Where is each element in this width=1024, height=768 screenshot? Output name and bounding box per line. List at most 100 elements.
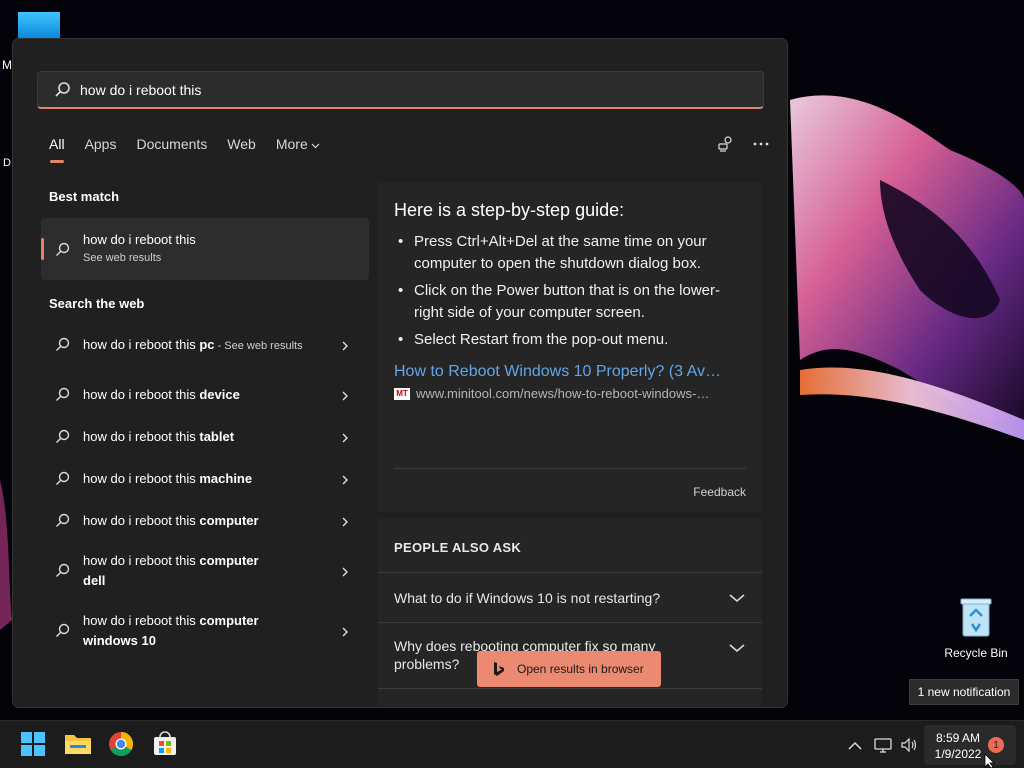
question-item[interactable]: What to do if Windows 10 is not restarti…	[378, 572, 762, 622]
web-suggestion-item[interactable]: how do i reboot this computer	[41, 507, 369, 535]
recycle-bin[interactable]: Recycle Bin	[940, 596, 1012, 660]
feedback-icon[interactable]	[715, 134, 735, 154]
search-icon	[54, 81, 72, 99]
search-icon	[55, 429, 71, 445]
web-suggestion-item[interactable]: how do i reboot this pc - See web result…	[41, 323, 369, 367]
web-suggestion-item[interactable]: how do i reboot this machine	[41, 465, 369, 493]
chevron-down-icon	[728, 591, 746, 603]
search-icon	[55, 337, 71, 353]
notification-badge[interactable]: 1	[988, 737, 1004, 753]
results-list: Best match how do i reboot this See web …	[41, 189, 369, 653]
tab-web[interactable]: Web	[227, 136, 256, 152]
start-icon[interactable]	[20, 731, 48, 759]
best-match-title: Best match	[49, 189, 120, 204]
suggestion-prefix: how do i reboot this	[83, 429, 200, 444]
desktop-label-fragment: M	[2, 58, 12, 72]
recycle-bin-label: Recycle Bin	[944, 646, 1008, 660]
chevron-right-icon	[339, 389, 351, 401]
clock-date: 1/9/2022	[934, 747, 982, 761]
clock[interactable]: 8:59 AM 1/9/2022 1	[924, 725, 1016, 765]
notification-tooltip[interactable]: 1 new notification	[909, 679, 1019, 705]
desktop-icon-top[interactable]	[18, 12, 60, 40]
suggestion-prefix: how do i reboot this	[83, 613, 200, 628]
preview-pane: Here is a step-by-step guide: Press Ctrl…	[378, 182, 762, 707]
divider	[394, 468, 746, 469]
panel-toolbar	[699, 134, 771, 154]
taskbar: 8:59 AM 1/9/2022 1	[0, 720, 1024, 768]
tab-all[interactable]: All	[49, 136, 65, 163]
chevron-right-icon	[339, 431, 351, 443]
best-match-text: how do i reboot this	[83, 232, 196, 247]
open-results-label: Open results in browser	[517, 662, 644, 676]
web-suggestion-item[interactable]: how do i reboot this computer windows 10	[41, 609, 369, 653]
answer-card: Here is a step-by-step guide: Press Ctrl…	[378, 182, 762, 512]
search-web-title: Search the web	[49, 296, 145, 311]
suggestion-prefix: how do i reboot this	[83, 513, 200, 528]
question-text: What to do if Windows 10 is not restarti…	[394, 590, 661, 606]
open-results-in-browser-button[interactable]: Open results in browser	[477, 651, 661, 687]
chevron-right-icon	[339, 339, 351, 351]
desktop-label-fragment-2: D	[3, 157, 11, 169]
more-options-icon[interactable]	[751, 134, 771, 154]
search-icon	[55, 471, 71, 487]
network-icon[interactable]	[874, 736, 892, 754]
suggestion-bold: device	[199, 387, 240, 402]
recycle-bin-icon	[958, 596, 994, 638]
minitool-favicon: MT	[394, 387, 410, 400]
search-box[interactable]	[37, 71, 764, 109]
source-link[interactable]: How to Reboot Windows 10 Properly? (3 Av…	[394, 361, 746, 382]
selection-indicator	[41, 238, 44, 260]
tab-more-label: More	[275, 136, 308, 152]
web-suggestions: how do i reboot this pc - See web result…	[41, 323, 369, 653]
web-suggestion-item[interactable]: how do i reboot this tablet	[41, 423, 369, 451]
mouse-cursor-icon	[984, 753, 996, 768]
search-input[interactable]	[80, 81, 720, 98]
search-icon	[55, 513, 71, 529]
search-tabs: All Apps Documents Web More	[49, 136, 340, 163]
web-suggestion-item[interactable]: how do i reboot this device	[41, 381, 369, 409]
source-url-row[interactable]: MT www.minitool.com/news/how-to-reboot-w…	[394, 386, 746, 401]
suggestion-bold: pc	[199, 336, 215, 352]
bing-icon	[491, 661, 507, 677]
chevron-down-icon	[311, 136, 320, 152]
divider	[378, 688, 762, 689]
search-icon	[55, 563, 71, 579]
chevron-right-icon	[339, 625, 351, 637]
search-icon	[55, 242, 71, 258]
suggestion-sub: - See web results	[214, 339, 303, 352]
chevron-up-icon[interactable]	[846, 736, 864, 754]
chevron-right-icon	[339, 473, 351, 485]
guide-step: Select Restart from the pop-out menu.	[394, 329, 746, 351]
chevron-right-icon	[339, 565, 351, 577]
tab-more[interactable]: More	[276, 136, 320, 152]
web-suggestion-item[interactable]: how do i reboot this computer dell	[41, 549, 369, 593]
guide-steps: Press Ctrl+Alt+Del at the same time on y…	[394, 231, 746, 351]
file-explorer-icon[interactable]	[64, 731, 92, 759]
search-panel: All Apps Documents Web More Best match h…	[12, 38, 788, 708]
people-also-ask-title: PEOPLE ALSO ASK	[394, 540, 522, 555]
suggestion-prefix: how do i reboot this	[83, 336, 200, 352]
suggestion-prefix: how do i reboot this	[83, 387, 200, 402]
suggestion-prefix: how do i reboot this	[83, 471, 200, 486]
best-match-subtext: See web results	[83, 252, 162, 264]
chevron-right-icon	[339, 515, 351, 527]
guide-step: Press Ctrl+Alt+Del at the same time on y…	[394, 231, 746, 275]
volume-icon[interactable]	[900, 736, 918, 754]
chrome-icon[interactable]	[108, 731, 136, 759]
search-icon	[55, 387, 71, 403]
source-url: www.minitool.com/news/how-to-reboot-wind…	[416, 386, 710, 401]
tab-apps[interactable]: Apps	[85, 136, 117, 152]
suggestion-prefix: how do i reboot this	[83, 553, 200, 568]
search-icon	[55, 623, 71, 639]
store-icon[interactable]	[152, 731, 180, 759]
guide-step: Click on the Power button that is on the…	[394, 280, 746, 324]
suggestion-bold: machine	[199, 471, 253, 486]
suggestion-bold: tablet	[199, 429, 235, 444]
best-match-item[interactable]: how do i reboot this See web results	[41, 218, 369, 280]
chevron-down-icon	[728, 641, 746, 653]
feedback-link[interactable]: Feedback	[693, 485, 746, 499]
tab-documents[interactable]: Documents	[136, 136, 207, 152]
guide-heading: Here is a step-by-step guide:	[394, 200, 625, 220]
system-tray	[846, 721, 918, 768]
clock-time: 8:59 AM	[935, 731, 981, 745]
